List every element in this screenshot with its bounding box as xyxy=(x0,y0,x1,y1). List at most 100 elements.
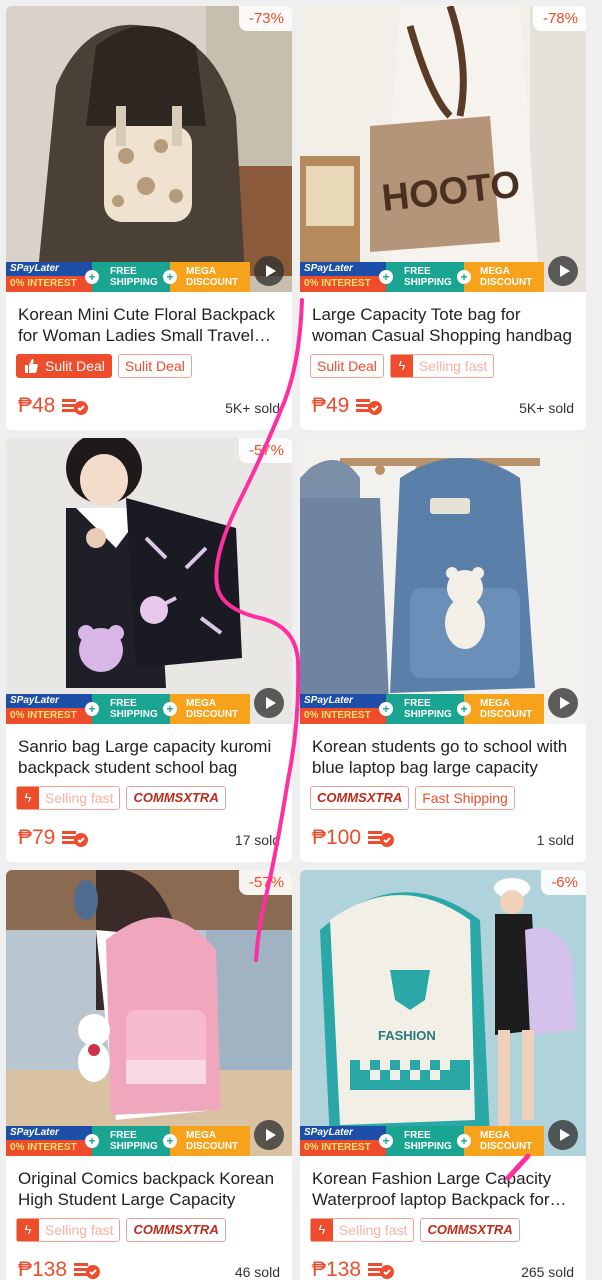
product-photo xyxy=(6,870,292,1156)
plus-icon: + xyxy=(163,702,177,716)
product-card[interactable]: SPayLater 0% INTEREST + FREE SHIPPING + MEGA… xyxy=(300,438,586,862)
discount-badge: -57% xyxy=(238,438,292,463)
product-photo: HOOTO xyxy=(300,6,586,292)
plus-icon: + xyxy=(457,702,471,716)
product-title[interactable]: Large Capacity Tote bag for woman Casual… xyxy=(312,304,574,346)
shipping-label: SHIPPING xyxy=(110,709,158,720)
discount-label: DISCOUNT xyxy=(480,1141,533,1152)
tag-row: Sulit Deal Sulit Deal xyxy=(16,354,192,378)
sold-count: 17 sold xyxy=(234,832,280,848)
sold-count: 46 sold xyxy=(234,1264,280,1280)
product-title[interactable]: Korean Fashion Large Capacity Waterproof… xyxy=(312,1168,574,1210)
plus-icon: + xyxy=(379,1134,393,1148)
selling-fast-tag: ϟ Selling fast xyxy=(310,1218,415,1242)
fast-shipping-tag: Fast Shipping xyxy=(415,786,515,810)
sold-count: 265 sold xyxy=(521,1264,574,1280)
sold-count: 1 sold xyxy=(536,832,574,848)
promo-banner: SPayLater 0% INTEREST + FREE SHIPPING + MEGA… xyxy=(6,694,250,724)
lightning-bolt-icon: ϟ xyxy=(390,355,413,377)
spaylater-label: SPayLater xyxy=(6,262,92,276)
play-video-icon[interactable] xyxy=(548,1120,578,1150)
shipping-label: SHIPPING xyxy=(404,709,452,720)
backpack-label-text: FASHION xyxy=(378,1028,436,1043)
sulit-deal-tag: Sulit Deal xyxy=(16,354,112,378)
sulit-deal-tag: Sulit Deal xyxy=(117,354,192,378)
lightning-bolt-icon: ϟ xyxy=(17,1219,39,1241)
spaylater-label: SPayLater xyxy=(6,694,92,708)
commsxtra-tag: COMMSXTRA xyxy=(126,1218,226,1242)
promo-banner: SPayLater 0% INTEREST + FREE SHIPPING + MEGA… xyxy=(6,262,250,292)
tag-row: ϟ Selling fast COMMSXTRA xyxy=(16,786,226,810)
play-video-icon[interactable] xyxy=(254,1120,284,1150)
tag-row: ϟ Selling fast COMMSXTRA xyxy=(16,1218,226,1242)
mega-label: MEGA xyxy=(186,1130,216,1141)
selling-fast-tag: ϟ Selling fast xyxy=(389,354,495,378)
product-photo xyxy=(6,6,292,292)
product-photo: FASHION xyxy=(300,870,586,1156)
product-card[interactable]: -57% SPayLater 0% INTEREST + FREE SHIPPING … xyxy=(6,870,292,1280)
spaylater-label: SPayLater xyxy=(300,1126,386,1140)
play-video-icon[interactable] xyxy=(254,688,284,718)
product-card[interactable]: -73% SPayLater 0% INTEREST + FREE SHIPPING … xyxy=(6,6,292,430)
coins-cashback-icon xyxy=(62,399,89,415)
play-video-icon[interactable] xyxy=(548,688,578,718)
product-title[interactable]: Korean Mini Cute Floral Backpack for Wom… xyxy=(18,304,280,346)
lightning-bolt-icon: ϟ xyxy=(17,787,39,809)
product-photo xyxy=(300,438,586,724)
product-image[interactable]: HOOTO -78% SPayLater 0% INTEREST + FREE SHI… xyxy=(300,6,586,292)
product-title[interactable]: Original Comics backpack Korean High Stu… xyxy=(18,1168,280,1210)
coins-cashback-icon xyxy=(74,1263,101,1279)
free-label: FREE xyxy=(404,698,431,709)
plus-icon: + xyxy=(379,702,393,716)
product-image[interactable]: -57% SPayLater 0% INTEREST + FREE SHIPPING … xyxy=(6,870,292,1156)
promo-banner: SPayLater 0% INTEREST + FREE SHIPPING + MEGA… xyxy=(300,694,544,724)
mega-label: MEGA xyxy=(186,698,216,709)
product-image[interactable]: SPayLater 0% INTEREST + FREE SHIPPING + MEGA… xyxy=(300,438,586,724)
discount-label: DISCOUNT xyxy=(186,1141,239,1152)
interest-label: 0% INTEREST xyxy=(300,1140,386,1156)
product-image[interactable]: -57% SPayLater 0% INTEREST + FREE SHIPPING … xyxy=(6,438,292,724)
spaylater-label: SPayLater xyxy=(300,694,386,708)
plus-icon: + xyxy=(457,1134,471,1148)
play-video-icon[interactable] xyxy=(254,256,284,286)
free-label: FREE xyxy=(110,698,137,709)
shipping-label: SHIPPING xyxy=(110,1141,158,1152)
plus-icon: + xyxy=(457,270,471,284)
tag-row: ϟ Selling fast COMMSXTRA xyxy=(310,1218,520,1242)
interest-label: 0% INTEREST xyxy=(6,708,92,724)
sold-count: 5K+ sold xyxy=(225,400,280,416)
coins-cashback-icon xyxy=(368,831,395,847)
discount-badge: -6% xyxy=(541,870,586,895)
product-price: ₱138 xyxy=(312,1258,395,1280)
product-image[interactable]: FASHION -6% SPayLater 0% INTEREST + FREE SH… xyxy=(300,870,586,1156)
promo-banner: SPayLater 0% INTEREST + FREE SHIPPING + MEGA… xyxy=(300,262,544,292)
play-video-icon[interactable] xyxy=(548,256,578,286)
commsxtra-tag: COMMSXTRA xyxy=(420,1218,520,1242)
discount-badge: -78% xyxy=(532,6,586,31)
product-card[interactable]: -57% SPayLater 0% INTEREST + FREE SHIPPING … xyxy=(6,438,292,862)
product-card[interactable]: FASHION -6% SPayLater 0% INTEREST + FREE SH… xyxy=(300,870,586,1280)
plus-icon: + xyxy=(163,1134,177,1148)
product-card[interactable]: HOOTO -78% SPayLater 0% INTEREST + FREE SHI… xyxy=(300,6,586,430)
discount-badge: -57% xyxy=(238,870,292,895)
free-label: FREE xyxy=(110,1130,137,1141)
tag-row: Sulit Deal ϟ Selling fast xyxy=(310,354,495,378)
commsxtra-tag: COMMSXTRA xyxy=(126,786,226,810)
product-price: ₱138 xyxy=(18,1258,101,1280)
product-title[interactable]: Sanrio bag Large capacity kuromi backpac… xyxy=(18,736,280,778)
interest-label: 0% INTEREST xyxy=(6,1140,92,1156)
plus-icon: + xyxy=(379,270,393,284)
thumbs-up-icon xyxy=(25,359,38,373)
selling-fast-tag: ϟ Selling fast xyxy=(16,1218,121,1242)
product-image[interactable]: -73% SPayLater 0% INTEREST + FREE SHIPPING … xyxy=(6,6,292,292)
free-label: FREE xyxy=(110,266,137,277)
free-label: FREE xyxy=(404,1130,431,1141)
mega-label: MEGA xyxy=(480,1130,510,1141)
shipping-label: SHIPPING xyxy=(110,277,158,288)
shipping-label: SHIPPING xyxy=(404,1141,452,1152)
product-title[interactable]: Korean students go to school with blue l… xyxy=(312,736,574,778)
discount-label: DISCOUNT xyxy=(186,709,239,720)
product-grid: -73% SPayLater 0% INTEREST + FREE SHIPPING … xyxy=(0,0,602,1280)
interest-label: 0% INTEREST xyxy=(300,276,386,292)
product-price: ₱100 xyxy=(312,826,395,850)
